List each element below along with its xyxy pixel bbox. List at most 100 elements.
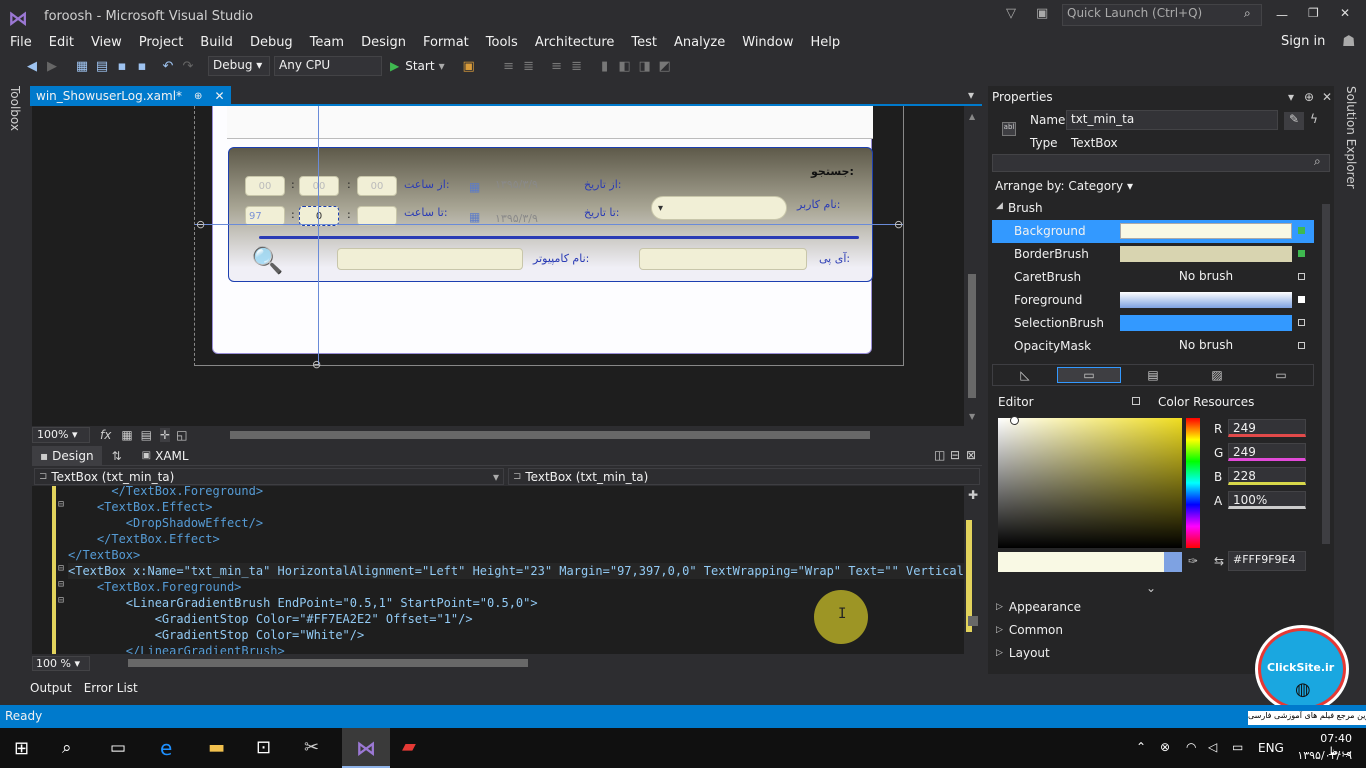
to-time-s-input[interactable]: 97	[245, 206, 285, 226]
menu-team[interactable]: Team	[310, 35, 344, 50]
volume-icon[interactable]: ◁	[1208, 740, 1217, 754]
section-common[interactable]: ▷ Common	[996, 623, 1063, 637]
brush-swatch[interactable]	[1120, 223, 1292, 239]
vs-taskbar-button[interactable]: ⋈	[342, 728, 390, 768]
minimize-button[interactable]: —	[1276, 8, 1288, 22]
close-button[interactable]: ✕	[1340, 6, 1350, 20]
language-indicator[interactable]: ENG	[1258, 741, 1284, 755]
doc-tab-active[interactable]: win_ShowuserLog.xaml* ⊕ ✕	[30, 86, 231, 106]
restore-button[interactable]: ❐	[1308, 6, 1319, 20]
tools-app-icon[interactable]: ✂	[304, 737, 319, 758]
color-picker-handle[interactable]	[1010, 416, 1019, 425]
to-time-m-input-selected[interactable]: 0	[299, 206, 339, 226]
brush-row-borderbrush[interactable]: BorderBrush	[992, 243, 1314, 266]
designer-zoom[interactable]: 100% ▾	[32, 427, 90, 443]
error-list-tab[interactable]: Error List	[84, 681, 138, 695]
design-vscrollbar[interactable]: ▲ ▼	[964, 106, 982, 426]
code-vscrollbar[interactable]: ✚	[964, 486, 982, 654]
fx-icon[interactable]: fx	[100, 428, 111, 442]
hue-slider[interactable]	[1186, 418, 1200, 548]
indent-icon[interactable]: ≣	[519, 59, 539, 74]
null-brush-icon[interactable]: ◺	[993, 368, 1057, 382]
start-dropdown-icon[interactable]: ▾	[439, 59, 445, 73]
undo-icon[interactable]: ↶	[158, 59, 178, 74]
prev-bookmark-icon[interactable]: ◧	[615, 59, 635, 74]
scroll-thumb[interactable]	[968, 616, 978, 626]
r-input[interactable]: 249	[1228, 419, 1306, 437]
pin-icon[interactable]: ⊕	[194, 91, 202, 102]
ip-input[interactable]	[639, 248, 807, 270]
color-resources-radio[interactable]	[1132, 397, 1140, 405]
a-input[interactable]: 100%	[1228, 491, 1306, 509]
collapse-icon[interactable]: ⊟	[58, 595, 64, 606]
presentation-app-icon[interactable]: ▰	[402, 736, 416, 757]
menu-view[interactable]: View	[91, 35, 122, 50]
code-zoom[interactable]: 100 % ▾	[32, 655, 90, 671]
b-input[interactable]: 228	[1228, 467, 1306, 485]
scroll-thumb[interactable]	[968, 274, 976, 398]
start-button[interactable]: Start	[405, 59, 434, 73]
design-tab[interactable]: ▪ Design	[32, 445, 102, 466]
calendar-icon[interactable]: ▦	[469, 210, 480, 224]
margin-handle-icon[interactable]: ⊖	[196, 218, 205, 231]
task-view-icon[interactable]: ▭	[110, 738, 126, 758]
edge-icon[interactable]: e	[160, 736, 172, 760]
menu-build[interactable]: Build	[200, 35, 233, 50]
grid-icon[interactable]: ▦	[121, 428, 132, 442]
snap-lines-icon[interactable]: ◱	[176, 428, 187, 442]
brush-swatch[interactable]	[1120, 315, 1292, 331]
redo-icon[interactable]: ↷	[178, 59, 198, 74]
menu-analyze[interactable]: Analyze	[674, 35, 725, 50]
menu-architecture[interactable]: Architecture	[535, 35, 615, 50]
margin-handle-icon[interactable]: ⊖	[312, 358, 321, 371]
align-icon[interactable]: ≡	[499, 59, 519, 74]
brush-resources-icon[interactable]: ▭	[1249, 368, 1313, 382]
collapse-pane-icon[interactable]: ⊠	[966, 448, 976, 462]
clock-date[interactable]: ۱۳۹۵/۰۳/۰۹	[1296, 749, 1352, 762]
xaml-tab[interactable]: ▣ XAML	[142, 449, 189, 463]
file-explorer-icon[interactable]: ▬	[208, 737, 225, 758]
scroll-up-icon[interactable]: ▲	[969, 112, 975, 121]
collapse-icon[interactable]: ⊟	[58, 563, 64, 574]
feedback-icon[interactable]: ▣	[1036, 6, 1048, 21]
close-icon[interactable]: ✕	[1322, 90, 1332, 104]
account-icon[interactable]: ☗	[1342, 32, 1355, 50]
brush-row-foreground[interactable]: Foreground	[992, 289, 1314, 312]
pin-icon[interactable]: ⊕	[1304, 90, 1314, 104]
menu-debug[interactable]: Debug	[250, 35, 293, 50]
chevron-down-icon[interactable]: ⌄	[1146, 581, 1156, 595]
bookmark-icon[interactable]: ▮	[595, 59, 615, 74]
filter-icon[interactable]: ▽	[1006, 6, 1016, 21]
sign-in-link[interactable]: Sign in	[1281, 34, 1325, 49]
forward-icon[interactable]: ▶	[42, 59, 62, 74]
brush-row-background[interactable]: Background	[992, 220, 1314, 243]
menu-file[interactable]: File	[10, 35, 32, 50]
keyboard-icon[interactable]: ▭	[1232, 740, 1243, 754]
g-input[interactable]: 249	[1228, 443, 1306, 461]
resource-marker[interactable]	[1298, 342, 1305, 349]
collapse-icon[interactable]: ⊟	[58, 579, 64, 590]
config-select[interactable]: Debug ▾	[208, 56, 270, 76]
menu-window[interactable]: Window	[742, 35, 793, 50]
resource-marker[interactable]	[1298, 250, 1305, 257]
save-all-icon[interactable]: ▪	[132, 59, 152, 74]
swap-panes-icon[interactable]: ⇅	[112, 449, 122, 463]
brush-value[interactable]: No brush	[1120, 338, 1292, 354]
resource-marker[interactable]	[1298, 296, 1305, 303]
design-hscroll-thumb[interactable]	[230, 431, 870, 439]
snap-grid-icon[interactable]: ▤	[141, 428, 152, 442]
to-time-h-input[interactable]	[357, 206, 397, 226]
brush-group-label[interactable]: Brush	[1008, 201, 1043, 215]
wrench-icon[interactable]: ✎	[1284, 112, 1304, 130]
arrange-by-dropdown[interactable]: Arrange by: Category ▾	[995, 179, 1133, 193]
tray-expand-icon[interactable]: ⌃	[1136, 740, 1146, 754]
code-hscroll-thumb[interactable]	[128, 659, 528, 667]
attach-icon[interactable]: ▣	[459, 59, 479, 74]
brush-value[interactable]: No brush	[1120, 269, 1292, 285]
comment-icon[interactable]: ≡	[547, 59, 567, 74]
brush-swatch[interactable]	[1120, 292, 1292, 308]
solution-explorer-tab[interactable]: Solution Explorer	[1344, 86, 1358, 189]
store-icon[interactable]: ⊡	[256, 737, 271, 758]
open-icon[interactable]: ▤	[92, 59, 112, 74]
split-horizontal-icon[interactable]: ⊟	[950, 448, 960, 462]
